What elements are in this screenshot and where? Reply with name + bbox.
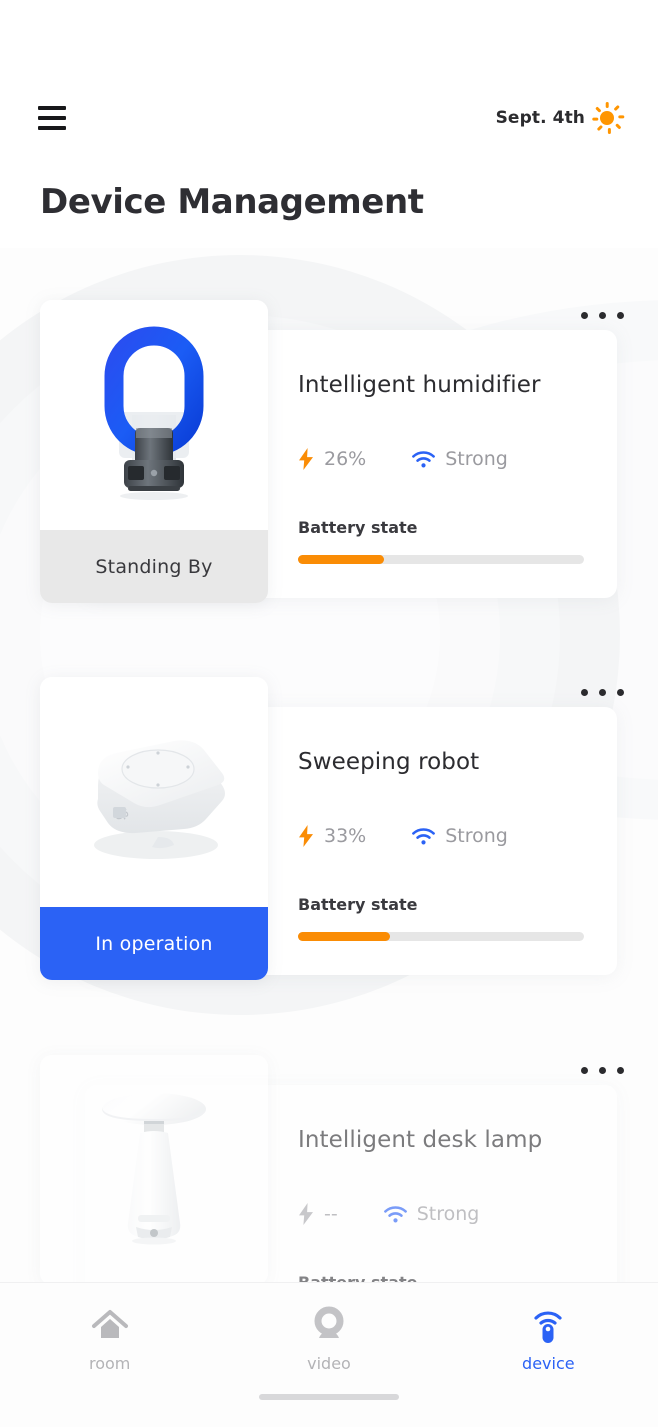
wifi-icon xyxy=(412,450,436,467)
signal-strength: Strong xyxy=(445,825,508,847)
signal-metric: Strong xyxy=(412,825,508,847)
hamburger-icon[interactable] xyxy=(38,104,68,132)
wifi-icon xyxy=(412,827,436,844)
device-thumbnail-card[interactable]: Standing By xyxy=(40,300,268,603)
camera-icon xyxy=(314,1306,344,1338)
desk-lamp-image xyxy=(40,1055,268,1285)
battery-metric: 33% xyxy=(298,825,366,847)
home-indicator xyxy=(259,1394,399,1400)
device-metrics: 33% Strong xyxy=(298,825,617,847)
battery-percent: 33% xyxy=(324,825,367,847)
lightning-bolt-icon xyxy=(299,448,313,470)
device-name: Sweeping robot xyxy=(298,749,480,775)
battery-percent: 26% xyxy=(324,448,367,470)
battery-metric: 26% xyxy=(298,448,366,470)
device-management-screen: Sept. 4th Device Management Intelligent … xyxy=(0,0,658,1427)
lightning-bolt-icon xyxy=(299,825,313,847)
nav-item-room[interactable]: room xyxy=(0,1305,219,1373)
date-weather: Sept. 4th xyxy=(495,102,625,134)
top-bar: Sept. 4th xyxy=(0,92,658,144)
sweeping-robot-image: ۻ xyxy=(40,677,268,907)
humidifier-image xyxy=(40,300,268,530)
sun-icon xyxy=(592,102,625,134)
battery-state-label: Battery state xyxy=(298,895,418,914)
device-metrics: 26% Strong xyxy=(298,448,617,470)
signal-strength: Strong xyxy=(445,448,508,470)
date-label: Sept. 4th xyxy=(495,108,585,128)
battery-progress-bar xyxy=(298,555,584,564)
device-metrics: -- Strong xyxy=(298,1203,617,1225)
battery-state-label: Battery state xyxy=(298,518,418,537)
home-icon xyxy=(91,1310,128,1338)
lightning-bolt-icon xyxy=(299,1203,313,1225)
battery-metric: -- xyxy=(298,1203,338,1225)
remote-device-icon xyxy=(534,1311,562,1343)
device-status-badge: In operation xyxy=(40,907,268,980)
signal-metric: Strong xyxy=(383,1203,480,1225)
ellipsis-icon[interactable] xyxy=(581,312,624,319)
device-status-badge: Standing By xyxy=(40,530,268,603)
nav-label-video: video xyxy=(307,1354,351,1373)
battery-percent: -- xyxy=(324,1203,338,1225)
nav-item-device[interactable]: device xyxy=(439,1305,658,1373)
bottom-navigation: room video device xyxy=(0,1282,658,1427)
nav-label-device: device xyxy=(522,1354,575,1373)
nav-item-video[interactable]: video xyxy=(219,1305,438,1373)
battery-progress-bar xyxy=(298,932,584,941)
ellipsis-icon[interactable] xyxy=(581,1067,624,1074)
signal-strength: Strong xyxy=(416,1203,480,1225)
nav-label-room: room xyxy=(88,1354,131,1373)
device-name: Intelligent desk lamp xyxy=(298,1127,543,1153)
wifi-icon xyxy=(383,1205,407,1222)
ellipsis-icon[interactable] xyxy=(581,689,624,696)
device-name: Intelligent humidifier xyxy=(298,372,541,398)
signal-metric: Strong xyxy=(412,448,508,470)
page-title: Device Management xyxy=(40,182,424,222)
device-thumbnail-card[interactable]: ۻ In operation xyxy=(40,677,268,980)
device-thumbnail-card[interactable] xyxy=(40,1055,268,1285)
